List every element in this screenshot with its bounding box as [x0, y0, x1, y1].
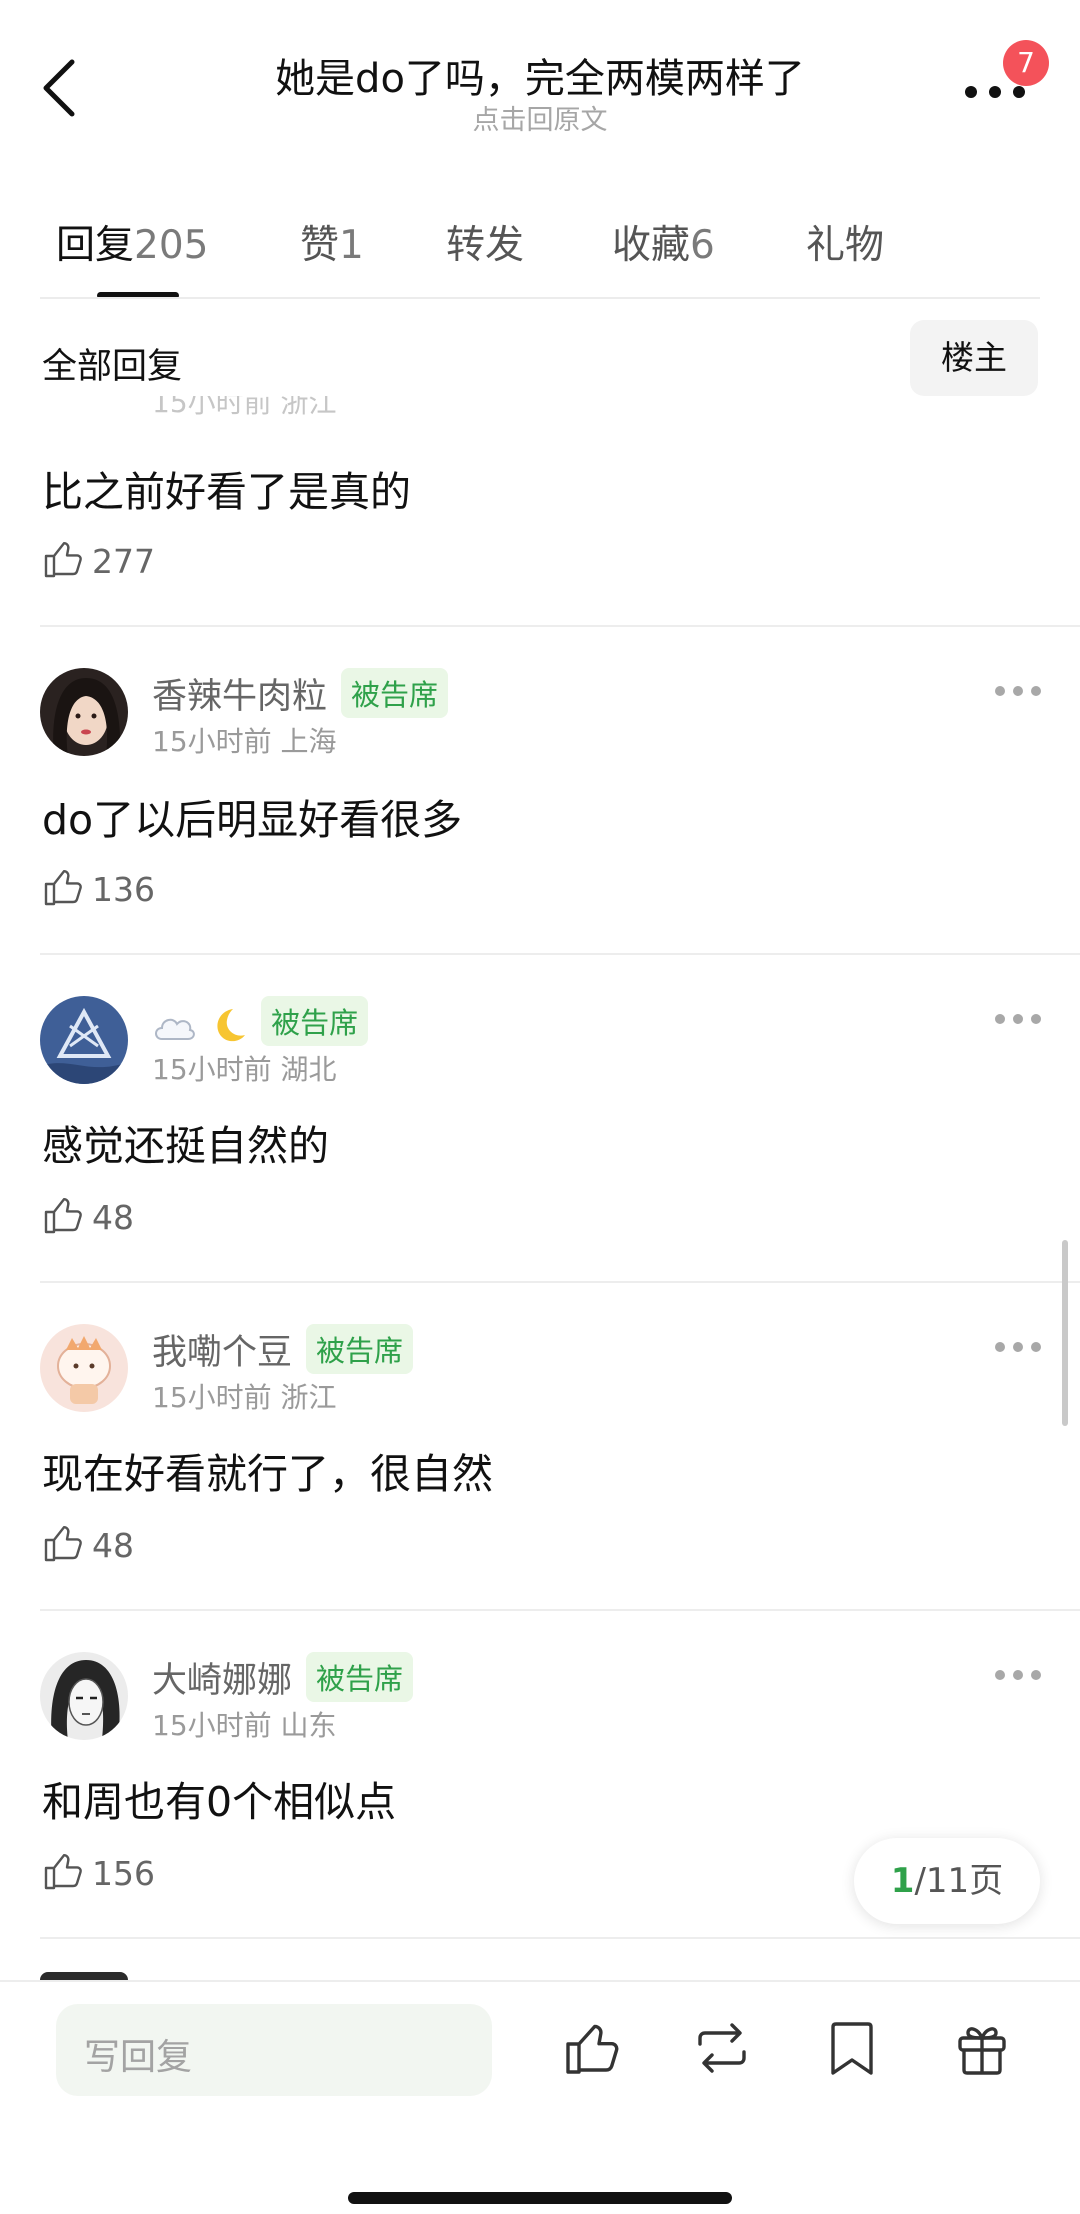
divider [40, 1609, 1080, 1611]
notification-badge: 7 [1003, 40, 1049, 86]
reply-input[interactable]: 写回复 [56, 2004, 492, 2096]
user-avatar[interactable] [40, 996, 128, 1084]
user-tag: 被告席 [306, 1652, 414, 1702]
total-pages: /11页 [914, 1861, 1004, 1901]
comment-location: 湖北 [280, 1053, 337, 1086]
tab-reposts[interactable]: 转发 [446, 214, 524, 270]
divider [40, 1281, 1080, 1283]
comment-more-icon[interactable] [995, 1014, 1043, 1026]
bottom-action-bar: 写回复 [0, 1980, 1080, 2214]
like-count: 48 [92, 1526, 134, 1565]
tab-gifts[interactable]: 礼物 [806, 214, 884, 270]
comment-location: 浙江 [280, 1381, 337, 1414]
comment-text[interactable]: 和周也有0个相似点 [42, 1768, 396, 1828]
post-title[interactable]: 她是do了吗，完全两模两样了 [0, 46, 1080, 104]
comment-text[interactable]: 现在好看就行了，很自然 [42, 1440, 493, 1500]
comment-meta: 15小时前 上海 [152, 720, 337, 760]
username[interactable]: 被告席 [152, 996, 369, 1046]
comment-text[interactable]: 感觉还挺自然的 [42, 1112, 329, 1172]
username[interactable]: 大崎娜娜 被告席 [152, 1652, 414, 1703]
comment-more-icon[interactable] [995, 686, 1043, 698]
op-only-filter-button[interactable]: 楼主 [910, 320, 1038, 396]
tab-label: 回复 [56, 223, 135, 268]
tab-likes[interactable]: 赞1 [300, 214, 364, 270]
user-avatar[interactable] [40, 1652, 128, 1740]
reply-placeholder: 写回复 [84, 2037, 193, 2078]
like-icon[interactable] [562, 2018, 622, 2078]
thumbs-up-icon [44, 870, 82, 906]
divider [40, 953, 1080, 955]
tab-label: 收藏 [612, 223, 691, 268]
comment-meta: 15小时前 湖北 [152, 1048, 337, 1088]
comment-time: 15小时前 [152, 1053, 272, 1086]
tab-label: 转发 [446, 223, 525, 268]
comment-location: 上海 [280, 725, 337, 758]
comment-time: 15小时前 [152, 1381, 272, 1414]
user-tag: 被告席 [261, 996, 369, 1046]
thumbs-up-icon [44, 542, 82, 578]
user-avatar-partial [40, 1972, 128, 1980]
back-to-original-link[interactable]: 点击回原文 [0, 98, 1080, 137]
tab-count: 205 [134, 223, 209, 268]
comment-more-icon[interactable] [995, 1670, 1043, 1682]
divider [40, 625, 1080, 627]
comment-time: 15小时前 [152, 725, 272, 758]
username-text: 大崎娜娜 [152, 1661, 293, 1701]
like-count: 156 [92, 1854, 155, 1893]
comment-meta: 15小时前 浙江 [152, 1376, 337, 1416]
tab-count: 6 [690, 223, 715, 268]
comment-meta: 15小时前 山东 [152, 1704, 337, 1744]
current-page: 1 [890, 1861, 915, 1901]
comment-time: 15小时前 [152, 1709, 272, 1742]
user-tag: 被告席 [306, 1324, 414, 1374]
post-tabs: 回复205 赞1 转发 收藏6 礼物 [0, 200, 1080, 299]
thumbs-up-icon [44, 1198, 82, 1234]
tab-favorites[interactable]: 收藏6 [612, 214, 715, 270]
comment-location: 山东 [280, 1709, 337, 1742]
user-avatar[interactable] [40, 668, 128, 756]
cloud-emoji-icon [155, 1018, 195, 1040]
username-text: 我嘞个豆 [152, 1333, 293, 1373]
comment-text[interactable]: do了以后明显好看很多 [42, 786, 462, 846]
divider [40, 1937, 1080, 1939]
tab-label: 礼物 [806, 223, 885, 268]
tab-count: 1 [339, 223, 364, 268]
page-indicator-button[interactable]: 1/11页 [854, 1838, 1040, 1924]
like-count: 48 [92, 1198, 134, 1237]
bookmark-icon[interactable] [822, 2018, 882, 2078]
home-indicator[interactable] [348, 2192, 732, 2204]
comment-meta-partial: 15小时前 浙江 [152, 396, 337, 418]
thumbs-up-icon [44, 1526, 82, 1562]
user-avatar[interactable] [40, 1324, 128, 1412]
gift-icon[interactable] [952, 2018, 1012, 2078]
all-replies-heading: 全部回复 [42, 347, 183, 387]
scrollbar[interactable] [1062, 1240, 1068, 1426]
tab-replies[interactable]: 回复205 [56, 214, 208, 270]
repost-icon[interactable] [692, 2018, 752, 2078]
comment-more-icon[interactable] [995, 1342, 1043, 1354]
top-navigation-bar: 她是do了吗，完全两模两样了 点击回原文 7 [0, 0, 1080, 150]
like-count: 136 [92, 870, 155, 909]
username-text: 香辣牛肉粒 [152, 677, 328, 717]
tab-label: 赞 [300, 223, 340, 268]
like-count: 277 [92, 542, 155, 581]
username[interactable]: 我嘞个豆 被告席 [152, 1324, 414, 1375]
divider [40, 297, 1040, 299]
comment-text[interactable]: 比之前好看了是真的 [42, 458, 411, 518]
user-tag: 被告席 [341, 668, 449, 718]
moon-emoji-icon [217, 1009, 246, 1042]
thumbs-up-icon [44, 1854, 82, 1890]
username[interactable]: 香辣牛肉粒 被告席 [152, 668, 449, 719]
